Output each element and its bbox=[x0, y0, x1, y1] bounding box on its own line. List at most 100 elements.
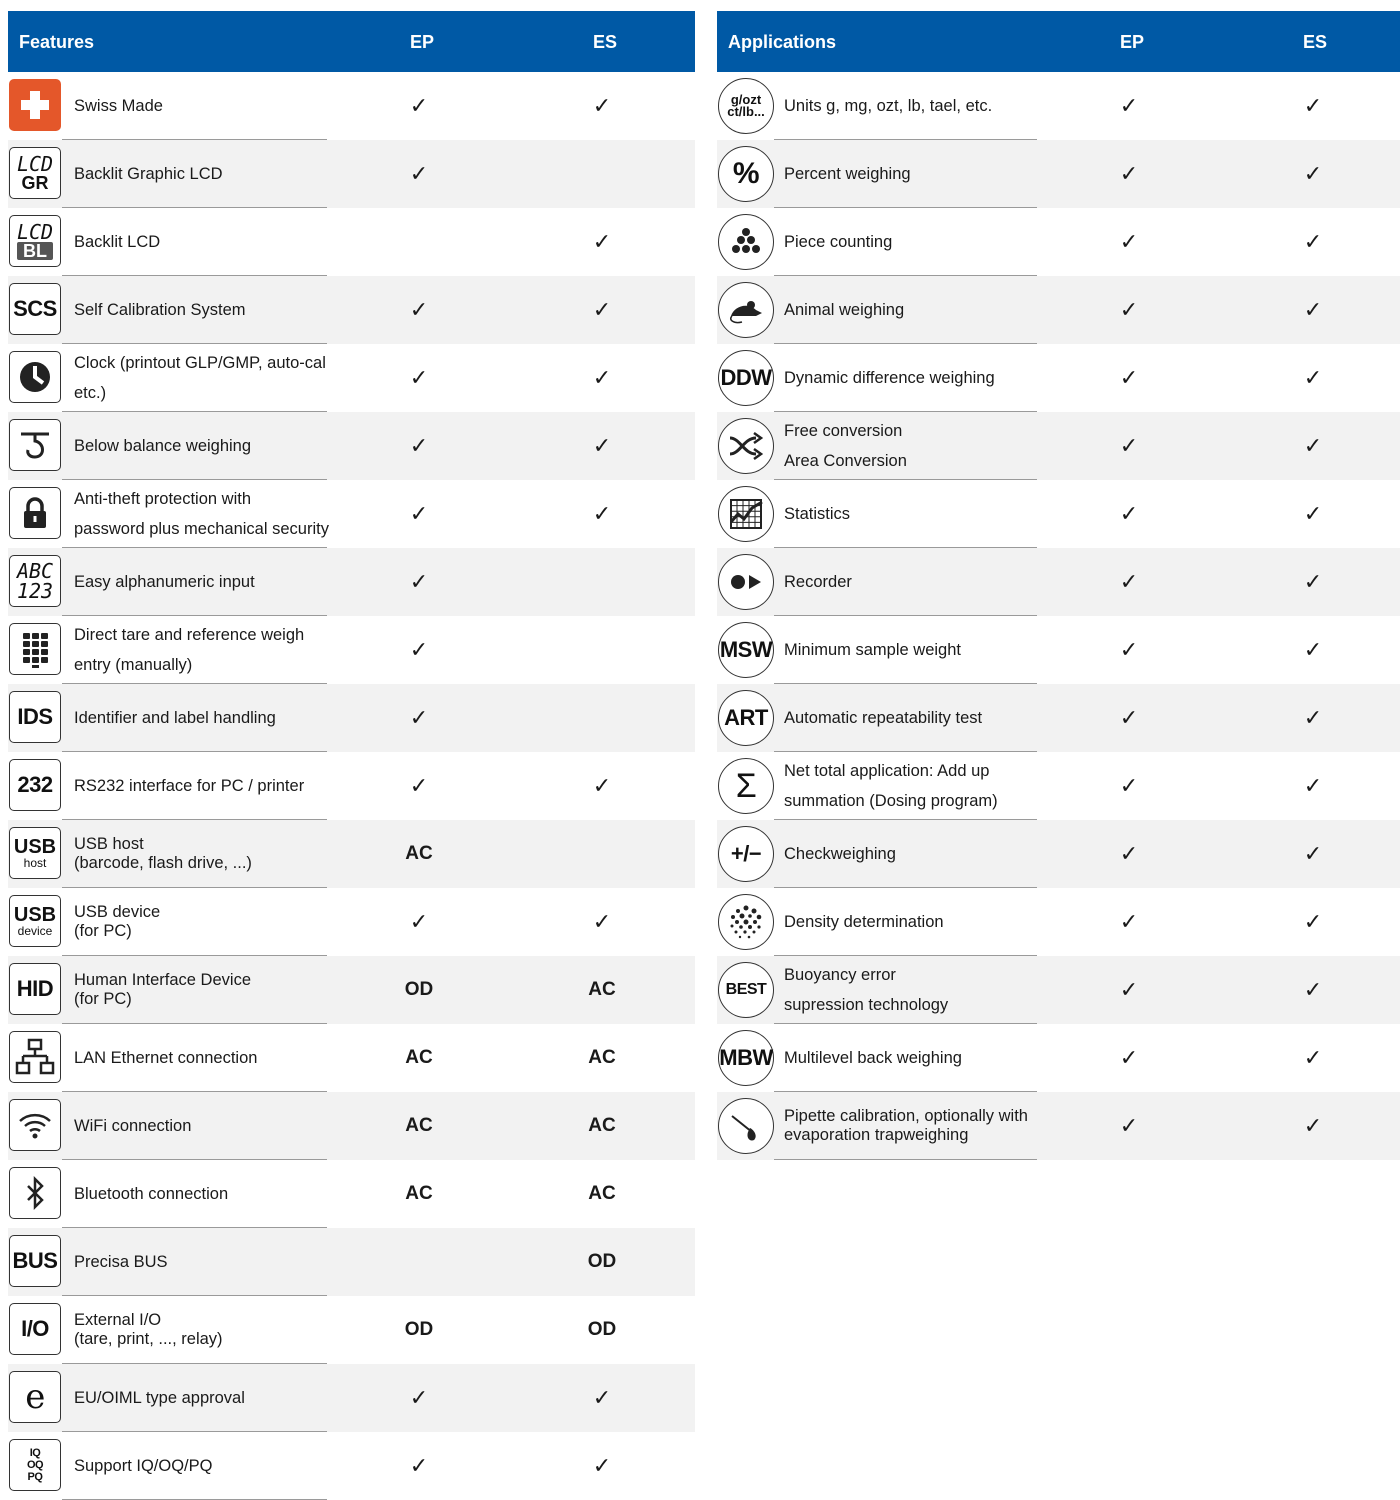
es-mark: ✓ bbox=[1303, 909, 1323, 934]
ep-mark: ✓ bbox=[409, 773, 429, 798]
row-label: Buoyancy error supression technology bbox=[784, 960, 1044, 1020]
es-mark: ✓ bbox=[1303, 705, 1323, 730]
table-row: USB device USB device (for PC) ✓ ✓ bbox=[8, 888, 695, 956]
piece-counting-icon bbox=[718, 214, 774, 270]
table-row: MSW Minimum sample weight ✓ ✓ bbox=[717, 616, 1400, 684]
lan-network-icon bbox=[9, 1031, 61, 1083]
ep-mark: ✓ bbox=[409, 161, 429, 186]
ids-icon: IDS bbox=[9, 691, 61, 743]
row-label: Multilevel back weighing bbox=[784, 1043, 1044, 1073]
es-mark: ✓ bbox=[1303, 365, 1323, 390]
row-label: Human Interface Device (for PC) bbox=[74, 971, 334, 1009]
es-mark: ✓ bbox=[1303, 161, 1323, 186]
ep-mark: ✓ bbox=[409, 1453, 429, 1478]
hid-icon: HID bbox=[9, 963, 61, 1015]
row-label: Backlit LCD bbox=[74, 227, 334, 257]
row-label-line1: Recorder bbox=[784, 573, 852, 591]
row-label-line2: (for PC) bbox=[74, 990, 132, 1008]
row-label: Bluetooth connection bbox=[74, 1179, 334, 1209]
row-label-line2: entry (manually) bbox=[74, 656, 193, 674]
row-label-line1: EU/OIML type approval bbox=[74, 1389, 245, 1407]
ep-mark: ✓ bbox=[1119, 705, 1139, 730]
lcd-bl-icon: LCD BL bbox=[9, 215, 61, 267]
table-row: WiFi connection AC AC bbox=[8, 1092, 695, 1160]
row-label-line1: Net total application: Add up bbox=[784, 762, 990, 780]
rs232-icon: 232 bbox=[9, 759, 61, 811]
table-row: Piece counting ✓ ✓ bbox=[717, 208, 1400, 276]
ep-mark: ✓ bbox=[1119, 161, 1139, 186]
wifi-icon bbox=[9, 1099, 61, 1151]
row-label: Support IQ/OQ/PQ bbox=[74, 1451, 334, 1481]
es-mark: ✓ bbox=[592, 229, 612, 254]
row-label: Minimum sample weight bbox=[784, 635, 1044, 665]
iq-oq-pq-icon: IQ OQ PQ bbox=[9, 1439, 61, 1491]
row-label-line1: Buoyancy error bbox=[784, 966, 896, 984]
bus-icon: BUS bbox=[9, 1235, 61, 1287]
io-icon: I/O bbox=[9, 1303, 61, 1355]
percent-icon: % bbox=[718, 146, 774, 202]
row-label-line1: USB device bbox=[74, 903, 161, 921]
applications-header-es: ES bbox=[1303, 32, 1328, 52]
row-label-line1: Direct tare and reference weigh bbox=[74, 626, 305, 644]
row-divider bbox=[774, 1159, 1037, 1160]
density-dots-icon bbox=[718, 894, 774, 950]
ep-mark: OD bbox=[404, 1319, 434, 1340]
es-mark: AC bbox=[588, 1183, 616, 1204]
row-label: Below balance weighing bbox=[74, 431, 334, 461]
row-label: Animal weighing bbox=[784, 295, 1044, 325]
ep-mark: ✓ bbox=[1119, 433, 1139, 458]
row-label-line1: Pipette calibration, optionally with bbox=[784, 1107, 1028, 1125]
row-label-line1: USB host bbox=[74, 835, 144, 853]
row-label: Free conversion Area Conversion bbox=[784, 416, 1044, 476]
row-label-line1: Self Calibration System bbox=[74, 301, 246, 319]
table-row: I/O External I/O (tare, print, ..., relay)… bbox=[8, 1296, 695, 1364]
row-label: Easy alphanumeric input bbox=[74, 567, 334, 597]
table-row: Direct tare and reference weigh entry (ma… bbox=[8, 616, 695, 684]
ep-mark: ✓ bbox=[409, 297, 429, 322]
row-label: Pipette calibration, optionally with evap… bbox=[784, 1107, 1044, 1145]
table-row: LCD GR Backlit Graphic LCD ✓ bbox=[8, 140, 695, 208]
table-row: IDS Identifier and label handling ✓ bbox=[8, 684, 695, 752]
ep-mark: ✓ bbox=[409, 93, 429, 118]
row-label-line1: Identifier and label handling bbox=[74, 709, 276, 727]
row-label: Density determination bbox=[784, 907, 1044, 937]
ep-mark: ✓ bbox=[409, 1385, 429, 1410]
table-row: BEST Buoyancy error supression technology ✓… bbox=[717, 956, 1400, 1024]
swiss-cross-icon bbox=[9, 79, 61, 131]
row-label-line1: Dynamic difference weighing bbox=[784, 369, 995, 387]
ep-mark: AC bbox=[405, 1115, 433, 1136]
es-mark: ✓ bbox=[1303, 297, 1323, 322]
table-row: Free conversion Area Conversion ✓ ✓ bbox=[717, 412, 1400, 480]
row-label: Net total application: Add up summation (… bbox=[784, 756, 1044, 816]
ep-mark: ✓ bbox=[409, 365, 429, 390]
row-label: Automatic repeatability test bbox=[784, 703, 1044, 733]
mouse-icon bbox=[718, 282, 774, 338]
row-label: Piece counting bbox=[784, 227, 1044, 257]
row-label-line1: WiFi connection bbox=[74, 1117, 192, 1135]
ep-mark: ✓ bbox=[1119, 1113, 1139, 1138]
table-row: Pipette calibration, optionally with evap… bbox=[717, 1092, 1400, 1160]
row-label: Anti-theft protection with password plus … bbox=[74, 484, 334, 544]
es-mark: AC bbox=[588, 1047, 616, 1068]
row-label-line1: Human Interface Device bbox=[74, 971, 251, 989]
row-label-line2: Area Conversion bbox=[784, 452, 907, 470]
row-label-line1: Easy alphanumeric input bbox=[74, 573, 255, 591]
row-label-line2: evaporation trapweighing bbox=[784, 1126, 969, 1144]
row-label: Clock (printout GLP/GMP, auto-cal etc.) bbox=[74, 348, 334, 408]
ddw-icon: DDW bbox=[718, 350, 774, 406]
row-label-line1: Swiss Made bbox=[74, 97, 163, 115]
row-label-line1: Checkweighing bbox=[784, 845, 896, 863]
ep-mark: ✓ bbox=[409, 501, 429, 526]
row-label-line1: Units g, mg, ozt, lb, tael, etc. bbox=[784, 97, 993, 115]
es-mark: ✓ bbox=[1303, 841, 1323, 866]
table-row: Bluetooth connection AC AC bbox=[8, 1160, 695, 1228]
row-label-line1: Backlit LCD bbox=[74, 233, 161, 251]
art-icon: ART bbox=[718, 690, 774, 746]
row-label: Dynamic difference weighing bbox=[784, 363, 1044, 393]
row-label-line1: Precisa BUS bbox=[74, 1253, 168, 1271]
features-table: Features EP ES Swiss Made ✓ ✓ LCD GR Backlit … bbox=[8, 11, 695, 1500]
ep-mark: ✓ bbox=[1119, 297, 1139, 322]
es-mark: ✓ bbox=[592, 501, 612, 526]
below-balance-hook-icon bbox=[9, 419, 61, 471]
row-label-line1: Below balance weighing bbox=[74, 437, 252, 455]
